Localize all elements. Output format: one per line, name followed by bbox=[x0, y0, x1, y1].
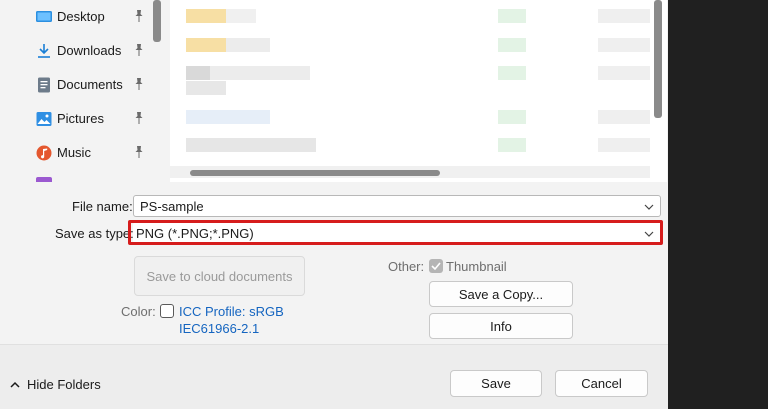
thumbnail-checkbox[interactable] bbox=[429, 259, 443, 273]
downloads-icon bbox=[38, 44, 50, 58]
blurred-date bbox=[498, 9, 526, 23]
blurred-date bbox=[498, 66, 526, 80]
icc-profile-name: IEC61966-2.1 bbox=[179, 321, 260, 336]
blurred-file-icon bbox=[186, 66, 210, 80]
blurred-size bbox=[598, 138, 650, 152]
save-as-type-label: Save as type: bbox=[55, 226, 134, 241]
file-list-vertical-scrollbar[interactable] bbox=[654, 0, 662, 118]
file-name-value: PS-sample bbox=[140, 199, 204, 214]
cancel-button[interactable]: Cancel bbox=[555, 370, 648, 397]
file-list-horizontal-scrollbar[interactable] bbox=[190, 170, 440, 176]
nav-item-pictures[interactable]: Pictures bbox=[0, 103, 150, 135]
dialog-footer: Hide Folders Save Cancel bbox=[0, 344, 668, 409]
nav-item-downloads[interactable]: Downloads bbox=[0, 35, 150, 67]
blurred-size bbox=[598, 66, 650, 80]
blurred-filename bbox=[210, 66, 310, 80]
blurred-date bbox=[498, 38, 526, 52]
blurred-filename bbox=[226, 9, 256, 23]
highlight-box bbox=[128, 220, 663, 245]
blurred-filename bbox=[186, 138, 316, 152]
blurred-size bbox=[598, 38, 650, 52]
hide-folders-label: Hide Folders bbox=[27, 377, 101, 392]
blurred-size bbox=[598, 9, 650, 23]
info-button[interactable]: Info bbox=[429, 313, 573, 339]
pictures-icon bbox=[36, 112, 52, 126]
save-to-cloud-button[interactable]: Save to cloud documents bbox=[134, 256, 305, 296]
pin-icon[interactable] bbox=[132, 111, 146, 125]
documents-icon bbox=[38, 77, 50, 93]
nav-label-desktop: Desktop bbox=[57, 9, 105, 24]
nav-label-music: Music bbox=[57, 145, 91, 160]
chevron-up-icon bbox=[10, 381, 20, 388]
save-a-copy-button[interactable]: Save a Copy... bbox=[429, 281, 573, 307]
pin-icon[interactable] bbox=[132, 43, 146, 57]
nav-label-pictures: Pictures bbox=[57, 111, 104, 126]
other-label: Other: bbox=[388, 259, 425, 274]
blurred-size bbox=[598, 110, 650, 124]
pin-icon[interactable] bbox=[132, 145, 146, 159]
save-button[interactable]: Save bbox=[450, 370, 542, 397]
blurred-date bbox=[498, 110, 526, 124]
desktop-icon bbox=[36, 11, 52, 22]
music-icon bbox=[36, 145, 52, 161]
nav-scrollbar[interactable] bbox=[153, 0, 161, 42]
file-list[interactable] bbox=[170, 0, 667, 182]
color-label: Color: bbox=[121, 304, 156, 319]
pin-icon[interactable] bbox=[132, 77, 146, 91]
chevron-down-icon[interactable] bbox=[644, 202, 654, 212]
checkmark-icon bbox=[431, 262, 441, 271]
background-window bbox=[668, 0, 768, 409]
pin-icon[interactable] bbox=[132, 9, 146, 23]
blurred-filename bbox=[186, 110, 270, 124]
hide-folders-toggle[interactable]: Hide Folders bbox=[10, 377, 101, 392]
nav-item-desktop[interactable]: Desktop bbox=[0, 1, 150, 33]
blurred-date bbox=[498, 138, 526, 152]
nav-item-documents[interactable]: Documents bbox=[0, 69, 150, 101]
nav-label-documents: Documents bbox=[57, 77, 123, 92]
nav-label-downloads: Downloads bbox=[57, 43, 122, 58]
blurred-filename bbox=[186, 81, 226, 95]
video-icon bbox=[36, 177, 52, 182]
file-name-input[interactable]: PS-sample bbox=[133, 195, 661, 217]
blurred-folder-icon bbox=[186, 9, 226, 23]
navigation-pane: Desktop Downloads Documents Pictures Mus… bbox=[0, 0, 170, 182]
thumbnail-label: Thumbnail bbox=[446, 259, 507, 274]
blurred-filename bbox=[226, 38, 270, 52]
nav-item-music[interactable]: Music bbox=[0, 137, 150, 169]
icc-profile-label: ICC Profile: sRGB bbox=[179, 304, 284, 319]
icc-profile-checkbox[interactable] bbox=[160, 304, 174, 318]
file-name-label: File name: bbox=[72, 199, 133, 214]
save-as-dialog: Desktop Downloads Documents Pictures Mus… bbox=[0, 0, 668, 409]
blurred-folder-icon bbox=[186, 38, 226, 52]
